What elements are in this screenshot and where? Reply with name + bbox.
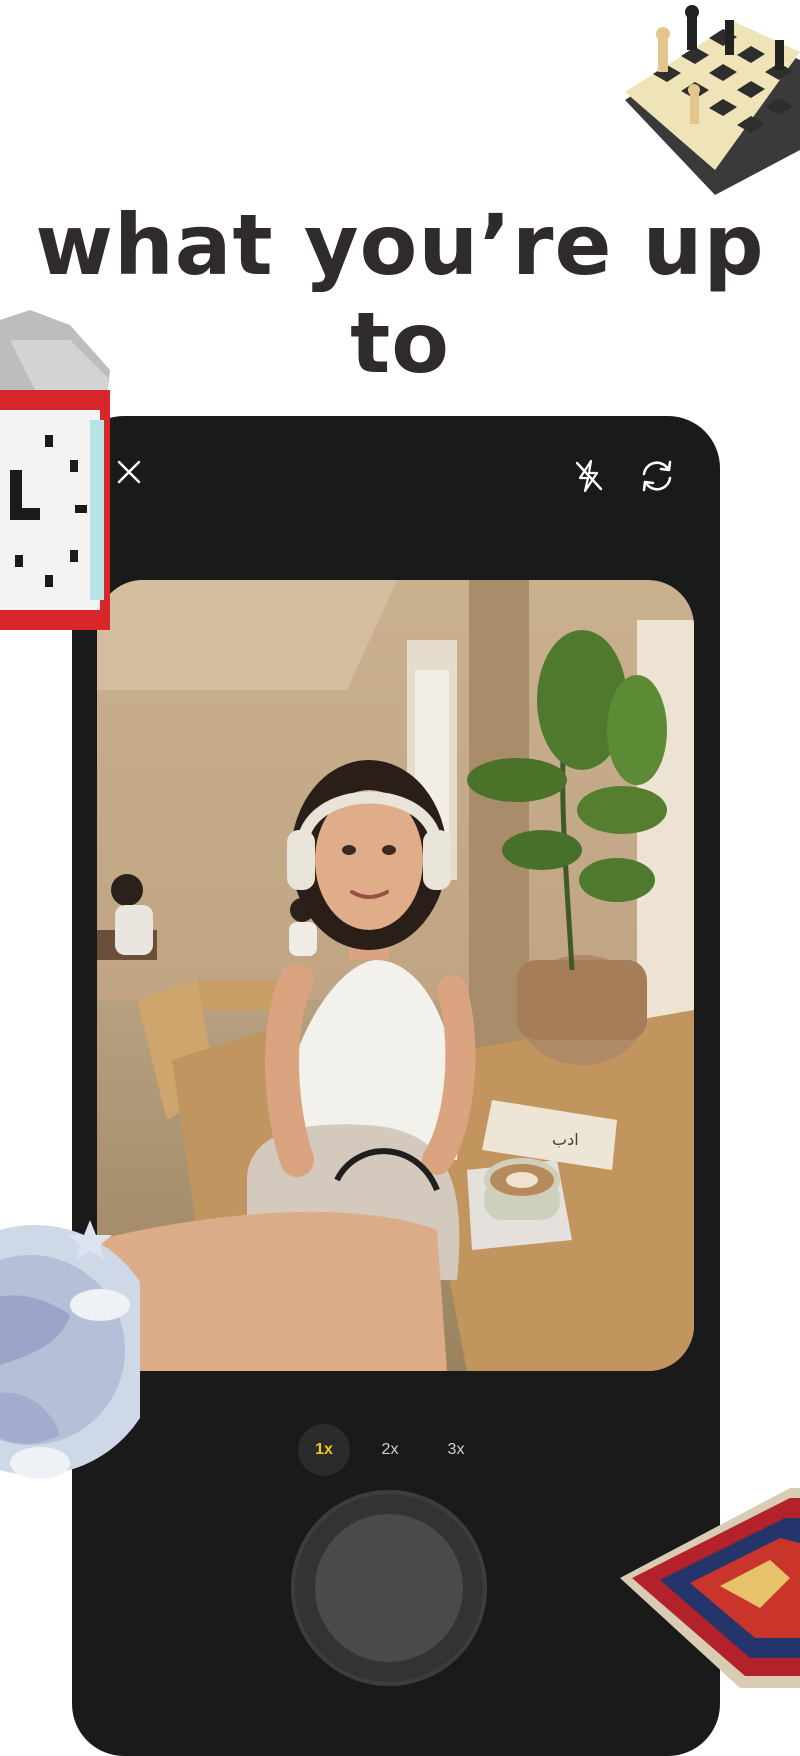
alarm-clock-sticker	[0, 310, 110, 630]
zoom-3x-button[interactable]: 3x	[430, 1424, 482, 1476]
headline: what you’re up to	[35, 196, 765, 392]
flash-off-icon	[575, 459, 603, 493]
flip-camera-button[interactable]	[635, 454, 679, 498]
rug-sticker	[620, 1488, 800, 1688]
shutter-button[interactable]	[291, 1490, 487, 1686]
camera-viewfinder[interactable]: ادب	[97, 580, 694, 1371]
viewfinder-photo: ادب	[97, 580, 694, 1371]
flash-toggle-button[interactable]	[567, 454, 611, 498]
zoom-1x-button[interactable]: 1x	[298, 1424, 350, 1476]
flip-camera-icon	[642, 460, 672, 492]
shutter-inner	[315, 1514, 463, 1662]
book-title: ادب	[552, 1130, 579, 1149]
chess-board-sticker	[625, 5, 800, 195]
zoom-2x-button[interactable]: 2x	[364, 1424, 416, 1476]
zoom-selector: 1x 2x 3x	[298, 1424, 482, 1476]
globe-sticker	[0, 1220, 140, 1479]
